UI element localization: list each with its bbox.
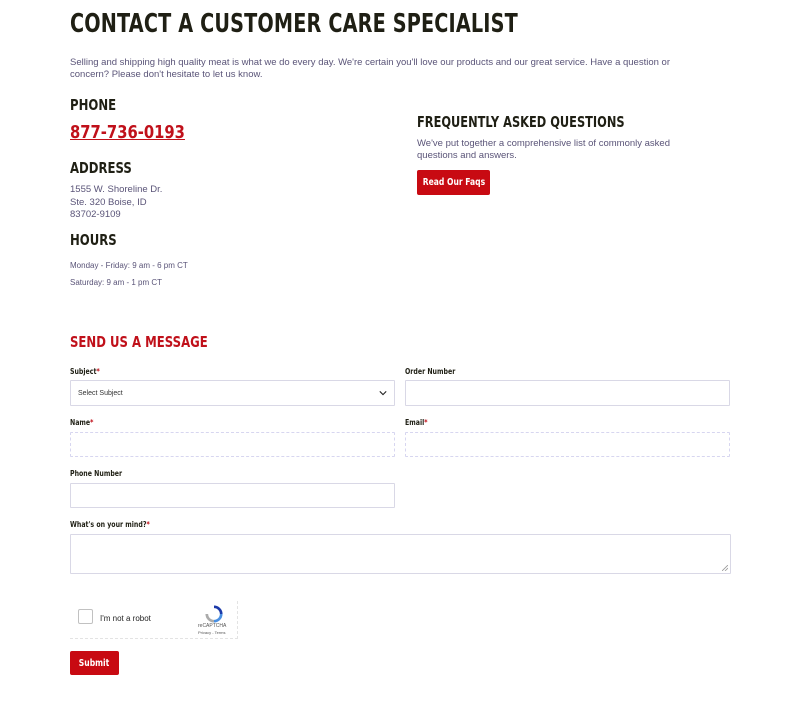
name-input[interactable] [70,432,395,457]
email-label: Email* [405,418,428,427]
faq-text: We've put together a comprehensive list … [417,138,670,161]
page-title: CONTACT A CUSTOMER CARE SPECIALIST [70,9,518,39]
order-number-input[interactable] [405,380,730,406]
hours-saturday: Saturday: 9 am - 1 pm CT [70,278,163,287]
required-marker: * [90,418,94,427]
message-label-text: What's on your mind? [70,520,147,529]
address-heading: ADDRESS [70,159,132,177]
submit-label: Submit [79,657,110,669]
required-marker: * [424,418,428,427]
email-input[interactable] [405,432,730,457]
subject-select[interactable]: Select Subject [70,380,395,406]
recaptcha-logo-icon [205,605,223,623]
read-faqs-button[interactable]: Read Our Faqs [417,170,490,195]
name-label: Name* [70,418,93,427]
recaptcha-checkbox[interactable] [78,609,93,624]
address-block: 1555 W. Shoreline Dr. Ste. 320 Boise, ID… [70,184,162,222]
name-label-text: Name [70,418,91,427]
recaptcha-brand: reCAPTCHA [198,623,227,629]
recaptcha-label: I'm not a robot [100,614,151,623]
phone-number-input[interactable] [70,483,395,508]
required-marker: * [146,520,150,529]
read-faqs-label: Read Our Faqs [422,177,485,188]
faq-heading: FREQUENTLY ASKED QUESTIONS [417,113,625,131]
order-number-label: Order Number [405,367,456,376]
message-label: What's on your mind?* [70,520,150,529]
phone-link[interactable]: 877-736-0193 [70,122,185,143]
submit-button[interactable]: Submit [70,651,119,675]
phone-number-label: Phone Number [70,469,123,478]
phone-heading: PHONE [70,96,117,114]
email-label-text: Email [405,418,425,427]
chevron-down-icon [379,391,387,396]
hours-weekday: Monday - Friday: 9 am - 6 pm CT [70,261,188,270]
message-textarea[interactable] [70,534,731,574]
subject-select-value: Select Subject [78,389,123,397]
address-line-2: Ste. 320 Boise, ID [70,196,147,208]
recaptcha-widget: I'm not a robot reCAPTCHA Privacy - Term… [70,601,238,639]
subject-label: Subject* [70,367,100,376]
intro-text: Selling and shipping high quality meat i… [70,57,670,80]
required-marker: * [96,367,100,376]
address-line-1: 1555 W. Shoreline Dr. [70,184,163,195]
hours-heading: HOURS [70,231,117,249]
subject-label-text: Subject [70,367,97,376]
address-line-3: 83702-9109 [70,209,121,220]
message-form-heading: SEND US A MESSAGE [70,333,208,351]
recaptcha-links[interactable]: Privacy - Terms [198,630,225,635]
resize-handle-icon[interactable] [722,565,728,571]
